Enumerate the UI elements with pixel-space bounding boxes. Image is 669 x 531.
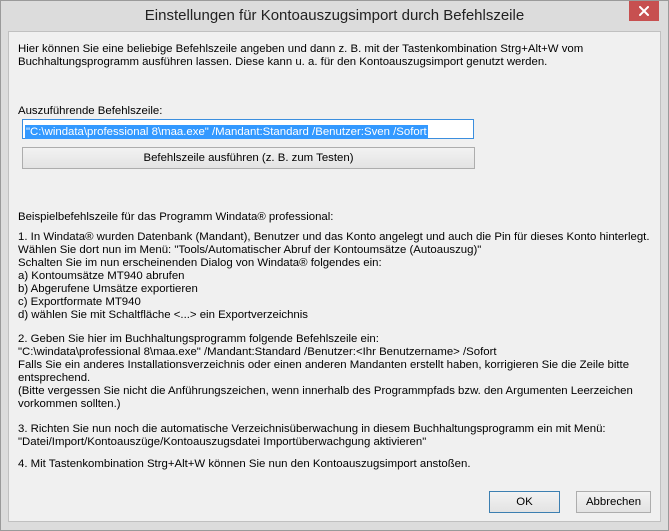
step3-line-2: "Datei/Import/Kontoauszüge/Kontoauszugsd… [18, 436, 427, 448]
step1-line-7: d) wählen Sie mit Schaltfläche <...> ein… [18, 309, 308, 321]
example-heading: Beispielbefehlszeile für das Programm Wi… [18, 211, 334, 223]
step2-line-6: vorkommen sollten.) [18, 398, 121, 410]
command-label: Auszuführende Befehlszeile: [18, 105, 163, 117]
step1-line-5: b) Abgerufene Umsätze exportieren [18, 283, 198, 295]
step2-line-4: entsprechend. [18, 372, 91, 384]
step1-line-2: Wählen Sie dort nun im Menü: "Tools/Auto… [18, 244, 482, 256]
dialog-window: Einstellungen für Kontoauszugsimport dur… [0, 0, 669, 531]
step2-line-1: 2. Geben Sie hier im Buchhaltungsprogram… [18, 333, 379, 345]
step2-line-5: (Bitte vergessen Sie nicht die Anführung… [18, 385, 633, 397]
dialog-content: Hier können Sie eine beliebige Befehlsze… [8, 31, 661, 522]
cancel-button[interactable]: Abbrechen [576, 491, 651, 513]
intro-line-2: Buchhaltungsprogramm ausführen lassen. D… [18, 56, 548, 68]
close-button[interactable] [629, 1, 659, 21]
title-bar[interactable]: Einstellungen für Kontoauszugsimport dur… [1, 1, 668, 31]
step1-line-4: a) Kontoumsätze MT940 abrufen [18, 270, 185, 282]
window-title: Einstellungen für Kontoauszugsimport dur… [144, 7, 525, 24]
step3-line-1: 3. Richten Sie nun noch die automatische… [18, 423, 606, 435]
step2-line-2: "C:\windata\professional 8\maa.exe" /Man… [18, 346, 497, 358]
command-input[interactable]: "C:\windata\professional 8\maa.exe" /Man… [22, 119, 474, 139]
run-command-button[interactable]: Befehlszeile ausführen (z. B. zum Testen… [22, 147, 475, 169]
close-icon [639, 6, 649, 16]
step2-line-3: Falls Sie ein anderes Installationsverze… [18, 359, 630, 371]
step1-line-6: c) Exportformate MT940 [18, 296, 141, 308]
step4-line: 4. Mit Tastenkombination Strg+Alt+W könn… [18, 458, 471, 470]
command-input-value: "C:\windata\professional 8\maa.exe" /Man… [25, 125, 428, 139]
ok-button[interactable]: OK [489, 491, 560, 513]
step1-line-1: 1. In Windata® wurden Datenbank (Mandant… [18, 231, 650, 243]
step1-line-3: Schalten Sie im nun erscheinenden Dialog… [18, 257, 382, 269]
intro-line-1: Hier können Sie eine beliebige Befehlsze… [18, 43, 584, 55]
